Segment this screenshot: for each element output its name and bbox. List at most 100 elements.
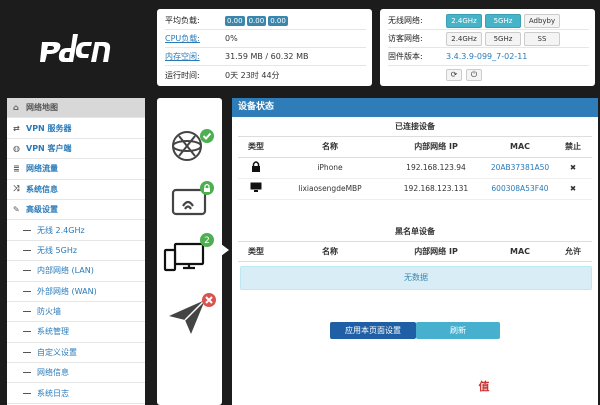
router-icon bbox=[172, 131, 202, 161]
sidebar-sub-custom[interactable]: 自定义设置 bbox=[7, 343, 145, 364]
action-bar: 应用本页面设置 刷新 bbox=[330, 322, 500, 339]
sidebar-item-vpn-server[interactable]: ⇄ VPN 服务器 bbox=[7, 118, 145, 139]
ss-toggle[interactable]: SS bbox=[524, 31, 560, 46]
memory-link[interactable]: 内存空闲: bbox=[165, 51, 225, 62]
sidebar-sub-label: 无线 2.4GHz bbox=[37, 225, 85, 235]
sidebar-sub-label: 网络信息 bbox=[37, 368, 69, 378]
sidebar-item-vpn-client[interactable]: ◍ VPN 客户端 bbox=[7, 139, 145, 160]
load-badge-1: 0.00 bbox=[225, 15, 245, 26]
refresh-icon[interactable]: ⟳ bbox=[446, 69, 462, 81]
firmware-label: 固件版本: bbox=[388, 52, 423, 61]
dash-icon bbox=[23, 331, 31, 333]
home-icon: ⌂ bbox=[13, 103, 19, 113]
sidebar-sub-label: 内部网络 (LAN) bbox=[37, 266, 94, 276]
sidebar-sub-wireless-24[interactable]: 无线 2.4GHz bbox=[7, 220, 145, 241]
dash-icon bbox=[23, 372, 31, 374]
col-type: 类型 bbox=[238, 241, 274, 262]
sidebar-sub-label: 无线 5GHz bbox=[37, 245, 78, 255]
sidebar-item-system-info[interactable]: ⤨ 系统信息 bbox=[7, 180, 145, 200]
col-allow: 允许 bbox=[554, 241, 592, 262]
internet-status[interactable] bbox=[157, 288, 222, 348]
sidebar-item-label: 网络流量 bbox=[26, 164, 58, 174]
tablet-status[interactable] bbox=[157, 176, 222, 236]
device-mac-link[interactable]: 20AB37381A50 bbox=[486, 157, 554, 179]
watermark-logo: 值 bbox=[474, 377, 494, 397]
sidebar-item-label: 网络地图 bbox=[26, 103, 58, 113]
block-button[interactable]: ✖ bbox=[554, 178, 592, 200]
tablet-icon bbox=[171, 188, 207, 216]
connected-header-row: 类型 名称 内部网络 IP MAC 禁止 bbox=[238, 137, 592, 158]
no-data-message: 无数据 bbox=[240, 266, 592, 290]
sidebar-sub-syslog[interactable]: 系统日志 bbox=[7, 383, 145, 404]
sidebar-sub-wan[interactable]: 外部网络 (WAN) bbox=[7, 282, 145, 302]
uptime-label: 运行时间: bbox=[165, 70, 200, 80]
active-pointer-icon bbox=[221, 244, 229, 256]
sidebar-sub-label: 防火墙 bbox=[37, 307, 61, 317]
sidebar-sub-firewall[interactable]: 防火墙 bbox=[7, 302, 145, 323]
device-name: lixiaosengdeMBP bbox=[274, 178, 386, 200]
table-row: lixiaosengdeMBP 192.168.123.131 600308A5… bbox=[238, 178, 592, 200]
sidebar-sub-lan[interactable]: 内部网络 (LAN) bbox=[7, 261, 145, 282]
load-badge-15: 0.00 bbox=[268, 15, 288, 26]
firmware-version[interactable]: 3.4.3.9-099_7-02-11 bbox=[446, 52, 527, 61]
guest-5-toggle[interactable]: 5GHz bbox=[485, 31, 521, 46]
guest-row: 访客网络: 2.4GHz 5GHz SS bbox=[388, 30, 589, 48]
col-mac: MAC bbox=[486, 241, 554, 262]
cpu-link[interactable]: CPU负载: bbox=[165, 33, 225, 44]
block-button[interactable]: ✖ bbox=[554, 157, 592, 179]
list-icon: ≣ bbox=[13, 164, 20, 174]
power-row: ⟳ ⏻ bbox=[388, 66, 589, 84]
sidebar-item-label: 系统信息 bbox=[26, 184, 58, 194]
svg-text:2: 2 bbox=[204, 236, 210, 246]
sidebar-sub-wireless-5[interactable]: 无线 5GHz bbox=[7, 241, 145, 262]
sidebar-item-network-map[interactable]: ⌂ 网络地图 bbox=[7, 98, 145, 119]
guest-24-toggle[interactable]: 2.4GHz bbox=[446, 31, 482, 46]
swap-icon: ⇄ bbox=[13, 123, 20, 133]
desktop-icon bbox=[238, 178, 274, 200]
device-mac-link[interactable]: 600308A53F40 bbox=[486, 178, 554, 200]
sidebar-sub-netinfo[interactable]: 网络信息 bbox=[7, 363, 145, 384]
memory-row: 内存空闲: 31.59 MB / 60.32 MB bbox=[165, 48, 366, 66]
wireless-label: 无线网络: bbox=[388, 16, 423, 25]
firmware-row: 固件版本: 3.4.3.9-099_7-02-11 bbox=[388, 48, 589, 66]
device-status-panel: 设备状态 已连接设备 类型 名称 内部网络 IP MAC 禁止 iPhone 1… bbox=[232, 98, 598, 405]
sidebar: ⌂ 网络地图 ⇄ VPN 服务器 ◍ VPN 客户端 ≣ 网络流量 ⤨ 系统信息 ✎ 高级设… bbox=[7, 98, 145, 405]
col-mac: MAC bbox=[486, 137, 554, 158]
connected-table: 类型 名称 内部网络 IP MAC 禁止 iPhone 192.168.123.… bbox=[238, 137, 592, 200]
cpu-row: CPU负载: 0% bbox=[165, 30, 366, 48]
shuffle-icon: ⤨ bbox=[13, 184, 20, 194]
sidebar-sub-label: 系统日志 bbox=[37, 388, 69, 398]
uptime-row: 运行时间: 0天 23时 44分 bbox=[165, 66, 366, 84]
pc-icon bbox=[163, 242, 205, 272]
apply-button[interactable]: 应用本页面设置 bbox=[330, 322, 416, 339]
adbyby-toggle[interactable]: Adbyby bbox=[524, 13, 560, 28]
blacklist-table: 类型 名称 内部网络 IP MAC 允许 bbox=[238, 241, 592, 262]
sidebar-item-traffic[interactable]: ≣ 网络流量 bbox=[7, 159, 145, 180]
sidebar-sub-label: 外部网络 (WAN) bbox=[37, 286, 97, 296]
sidebar-sub-label: 系统管理 bbox=[37, 327, 69, 337]
memory-value: 31.59 MB / 60.32 MB bbox=[225, 52, 309, 61]
dash-icon bbox=[23, 229, 31, 231]
wireless-row: 无线网络: 2.4GHz 5GHz Adbyby bbox=[388, 12, 589, 30]
load-label: 平均负载: bbox=[165, 16, 200, 25]
wrench-icon: ✎ bbox=[13, 205, 20, 215]
sidebar-item-advanced[interactable]: ✎ 高级设置 bbox=[7, 200, 145, 221]
col-name: 名称 bbox=[274, 241, 386, 262]
dash-icon bbox=[23, 351, 31, 353]
sidebar-item-label: 高级设置 bbox=[26, 205, 58, 215]
table-row: iPhone 192.168.123.94 20AB37381A50 ✖ bbox=[238, 157, 592, 179]
system-status-panel: 平均负载: 0.00 0.00 0.00 CPU负载: 0% 内存空闲: 31.… bbox=[157, 9, 372, 86]
wireless-24-toggle[interactable]: 2.4GHz bbox=[446, 13, 482, 28]
wireless-5-toggle[interactable]: 5GHz bbox=[485, 13, 521, 28]
sidebar-sub-label: 自定义设置 bbox=[37, 347, 77, 357]
sidebar-sub-admin[interactable]: 系统管理 bbox=[7, 322, 145, 343]
watermark-text: 什么值得买 bbox=[498, 381, 559, 395]
guest-label: 访客网络: bbox=[388, 34, 423, 43]
lock-icon bbox=[238, 157, 274, 179]
watermark: 值 什么值得买 bbox=[474, 377, 594, 399]
pc-status[interactable]: 2 bbox=[157, 232, 222, 292]
power-icon[interactable]: ⏻ bbox=[466, 69, 482, 81]
load-badge-5: 0.00 bbox=[246, 15, 267, 26]
refresh-button[interactable]: 刷新 bbox=[416, 322, 500, 339]
router-status[interactable] bbox=[157, 116, 222, 176]
